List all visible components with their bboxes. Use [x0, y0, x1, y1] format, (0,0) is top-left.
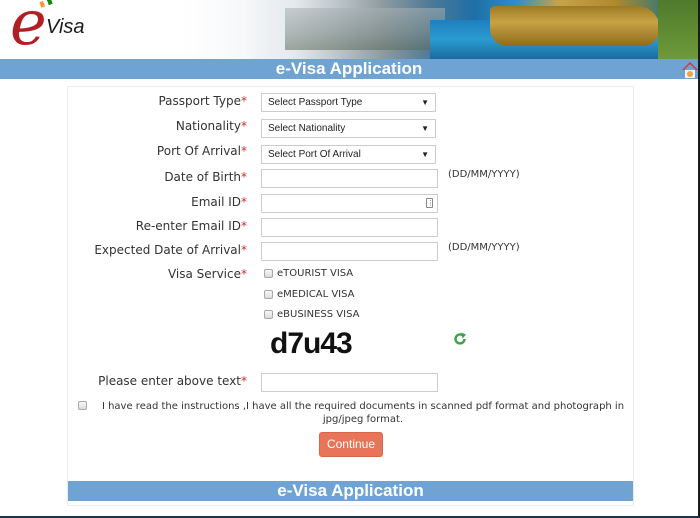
date-of-birth-input[interactable] [261, 169, 438, 188]
chevron-down-icon: ▼ [421, 124, 429, 133]
evisa-logo[interactable]: e Visa [10, 0, 90, 58]
emedical-visa-label[interactable]: eMEDICAL VISA [277, 289, 355, 300]
logo-e: e [10, 0, 47, 59]
agreement-text: I have read the instructions ,I have all… [101, 401, 625, 425]
expected-arrival-label: Expected Date of Arrival* [94, 243, 247, 257]
banner-houseboat-image [490, 6, 660, 46]
logo-visa-text: Visa [46, 16, 85, 38]
agreement-checkbox[interactable] [78, 401, 87, 410]
footer-title: e-Visa Application [277, 481, 424, 500]
visa-service-label: Visa Service* [167, 267, 247, 281]
email-input[interactable]: ⋮ [261, 194, 438, 213]
captcha-input[interactable] [261, 373, 438, 392]
etourist-visa-label[interactable]: eTOURIST VISA [277, 268, 353, 279]
nationality-select[interactable]: Select Nationality ▼ [261, 119, 436, 138]
banner-building-image [285, 8, 445, 50]
port-of-arrival-select[interactable]: Select Port Of Arrival ▼ [261, 145, 436, 164]
expected-arrival-input[interactable] [261, 242, 438, 261]
header-banner: e Visa [0, 0, 698, 59]
nationality-label: Nationality* [175, 119, 247, 133]
autofill-key-icon[interactable]: ⋮ [426, 198, 434, 208]
date-format-hint: (DD/MM/YYYY) [448, 242, 520, 253]
page-title: e-Visa Application [275, 59, 423, 78]
passport-type-value: Select Passport Type [268, 97, 363, 108]
date-of-birth-label: Date of Birth* [164, 170, 247, 184]
nationality-value: Select Nationality [268, 123, 346, 134]
continue-button[interactable]: Continue [319, 432, 383, 457]
footer-bar: e-Visa Application [68, 481, 633, 501]
title-bar: e-Visa Application [0, 59, 698, 79]
etourist-visa-checkbox[interactable] [264, 269, 273, 278]
passport-type-select[interactable]: Select Passport Type ▼ [261, 93, 436, 112]
port-of-arrival-value: Select Port Of Arrival [268, 149, 361, 160]
chevron-down-icon: ▼ [421, 98, 429, 107]
date-format-hint: (DD/MM/YYYY) [448, 169, 520, 180]
passport-type-label: Passport Type* [158, 94, 247, 108]
refresh-icon[interactable] [453, 332, 467, 346]
home-icon[interactable] [682, 60, 698, 78]
port-of-arrival-label: Port Of Arrival* [156, 144, 247, 158]
banner-trees-image [658, 0, 698, 59]
application-form: Passport Type* Select Passport Type ▼ Na… [67, 86, 634, 506]
captcha-image: d7u43 [270, 327, 353, 360]
ebusiness-visa-checkbox[interactable] [264, 310, 273, 319]
reenter-email-label: Re-enter Email ID* [135, 219, 247, 233]
captcha-input-label: Please enter above text* [98, 374, 247, 388]
ebusiness-visa-label[interactable]: eBUSINESS VISA [277, 309, 359, 320]
reenter-email-input[interactable] [261, 218, 438, 237]
emedical-visa-checkbox[interactable] [264, 290, 273, 299]
chevron-down-icon: ▼ [421, 150, 429, 159]
email-label: Email ID* [191, 195, 247, 209]
